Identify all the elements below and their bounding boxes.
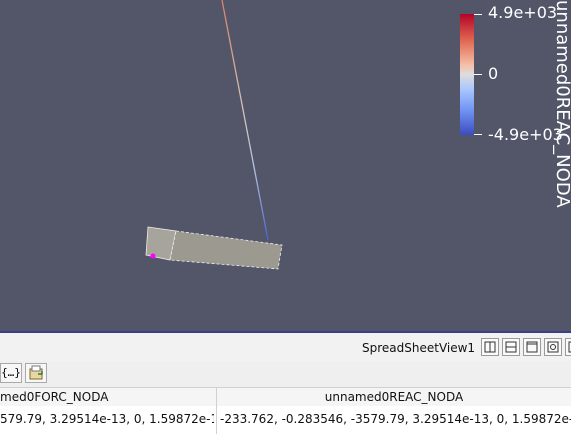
split-horizontal-icon [484, 341, 496, 353]
column-header-reac[interactable]: unnamed0REAC_NODA [217, 388, 571, 406]
scalar-bar-tick-min [474, 134, 482, 135]
scalar-bar [460, 14, 474, 135]
render-viewport[interactable]: 4.9e+03 0 -4.9e+03 unnamed0REAC_NODA [0, 0, 571, 331]
scene-svg [145, 0, 283, 270]
scalar-bar-title: unnamed0REAC_NODA [552, 0, 571, 208]
cell-forc-value[interactable]: 579.79, 3.29514e-13, 0, 1.59872e-14 [0, 410, 214, 428]
scalar-bar-max-label: 4.9e+03 [488, 3, 558, 22]
column-divider[interactable] [216, 388, 217, 434]
split-horizontal-button[interactable] [481, 338, 499, 356]
export-spreadsheet-button[interactable] [25, 363, 47, 383]
scalar-bar-mid-label: 0 [488, 64, 499, 83]
cell-reac-value[interactable]: -233.762, -0.283546, -3579.79, 3.29514e-… [220, 410, 571, 428]
close-view-button[interactable] [565, 338, 571, 356]
maximize-icon [526, 341, 538, 353]
capture-button[interactable] [544, 338, 562, 356]
beam-body [169, 230, 283, 270]
maximize-button[interactable] [523, 338, 541, 356]
spreadsheet-toolbar: {…} [0, 361, 571, 388]
column-header-forc[interactable]: med0FORC_NODA [0, 388, 215, 406]
view-title: SpreadSheetView1 [362, 341, 476, 355]
braces-icon: {…} [1, 366, 21, 379]
split-vertical-button[interactable] [502, 338, 520, 356]
split-vertical-icon [505, 341, 517, 353]
view-titlebar: SpreadSheetView1 [0, 333, 571, 362]
table-header: med0FORC_NODA unnamed0REAC_NODA [0, 388, 571, 407]
toggle-column-visibility-button[interactable]: {…} [0, 363, 22, 383]
force-vector-line [221, 0, 269, 241]
scalar-bar-tick-mid [474, 74, 482, 75]
capture-icon [547, 341, 559, 353]
node-marker [150, 253, 156, 259]
export-icon [29, 365, 43, 380]
close-icon [568, 341, 571, 353]
table-row[interactable]: 579.79, 3.29514e-13, 0, 1.59872e-14 -233… [0, 406, 571, 434]
scalar-bar-tick-max [474, 14, 482, 15]
